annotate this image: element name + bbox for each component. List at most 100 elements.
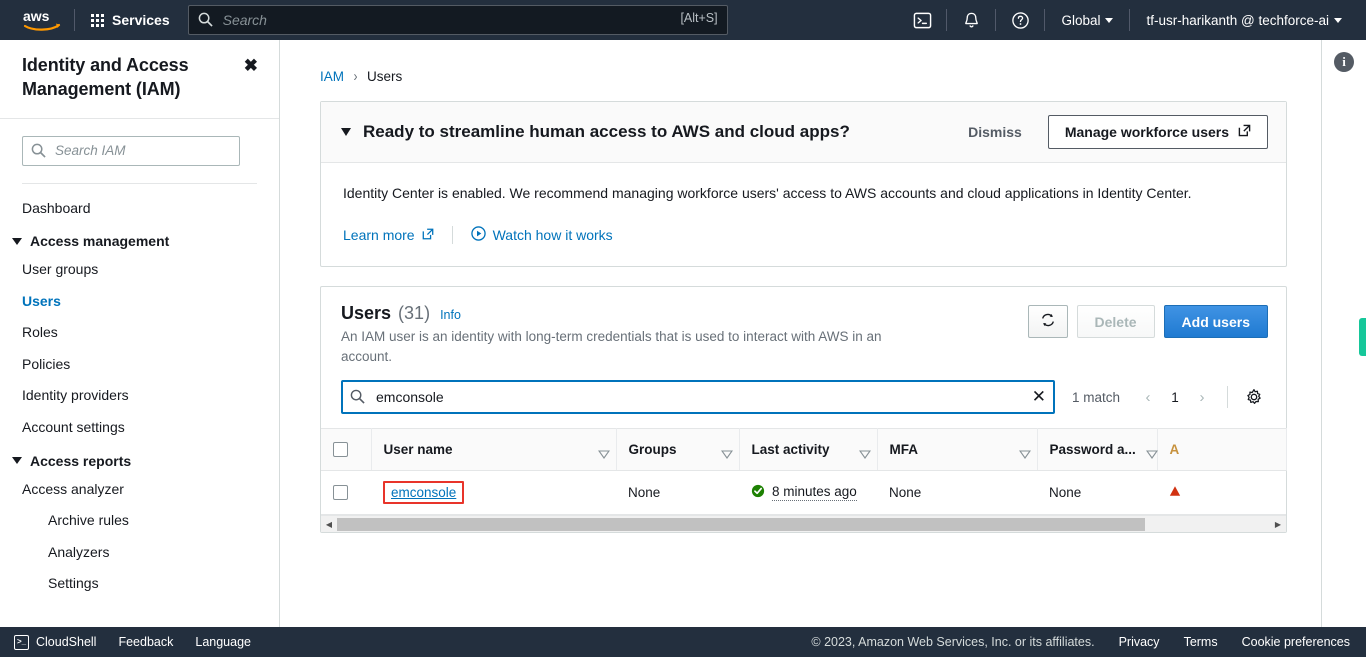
column-header-password-age[interactable]: Password a... (1037, 428, 1158, 472)
column-header-user-name[interactable]: User name (371, 428, 617, 472)
manage-workforce-users-button[interactable]: Manage workforce users (1047, 115, 1268, 149)
sidebar-item-label: Analyzers (48, 543, 110, 560)
sidebar-group-access-reports[interactable]: Access reports (0, 444, 279, 474)
column-label: A (1169, 442, 1180, 458)
info-link[interactable]: Info (440, 308, 461, 322)
pagination: 1 match ‹ 1 › (1072, 383, 1268, 411)
footer-right-group: © 2023, Amazon Web Services, Inc. or its… (811, 635, 1366, 649)
sidebar-header: Identity and Access Management (IAM) ✖ (0, 40, 279, 118)
row-checkbox[interactable] (333, 485, 348, 501)
table-row[interactable]: emconsole None 8 minutes ago None None (321, 470, 1286, 516)
sort-icon (705, 446, 733, 459)
table-header-row: User name Groups Last activity MFA Passw… (321, 428, 1287, 472)
column-header-last-activity[interactable]: Last activity (739, 428, 878, 472)
scroll-right-arrow[interactable]: ▶ (1270, 516, 1286, 532)
chevron-left-icon[interactable]: ‹ (1135, 384, 1161, 410)
account-label: tf-usr-harikanth @ techforce-ai (1146, 12, 1329, 28)
sidebar-group-label: Access reports (30, 452, 132, 469)
scroll-left-arrow[interactable]: ◀ (321, 516, 337, 532)
play-circle-icon (470, 226, 486, 244)
global-search[interactable]: [Alt+S] (187, 5, 728, 35)
sidebar-item-label: Policies (22, 355, 71, 372)
chevron-right-icon: › (353, 68, 358, 85)
aws-logo[interactable]: aws (14, 8, 70, 32)
region-selector[interactable]: Global (1049, 0, 1125, 40)
delete-button[interactable]: Delete (1076, 305, 1155, 338)
user-name-link[interactable]: emconsole (391, 485, 456, 500)
cookie-preferences-link[interactable]: Cookie preferences (1242, 635, 1350, 649)
feedback-button[interactable]: Feedback (118, 635, 173, 649)
cloudshell-icon[interactable] (902, 0, 942, 40)
panel-title: Ready to streamline human access to AWS … (363, 122, 850, 141)
account-menu[interactable]: tf-usr-harikanth @ techforce-ai (1134, 0, 1354, 40)
cell-user-name: emconsole (371, 470, 616, 516)
sidebar-item-settings[interactable]: Settings (0, 568, 279, 600)
breadcrumb: IAM › Users (281, 40, 1321, 85)
users-table-card: Users (31) Info An IAM user is an identi… (320, 286, 1287, 534)
help-icon[interactable] (1000, 0, 1040, 40)
users-table: User name Groups Last activity MFA Passw… (321, 428, 1287, 516)
terms-link[interactable]: Terms (1184, 635, 1218, 649)
sidebar-search[interactable] (22, 135, 257, 166)
users-search-input[interactable] (341, 380, 1055, 415)
learn-more-link[interactable]: Learn more (343, 227, 434, 243)
privacy-link[interactable]: Privacy (1119, 635, 1160, 649)
sidebar-item-user-groups[interactable]: User groups (0, 254, 279, 286)
help-tab[interactable] (1359, 318, 1366, 356)
language-button[interactable]: Language (195, 635, 251, 649)
sidebar-item-identity-providers[interactable]: Identity providers (0, 380, 279, 412)
sidebar-item-dashboard[interactable]: Dashboard (0, 193, 279, 225)
horizontal-scrollbar[interactable]: ◀ ▶ (321, 515, 1286, 533)
sidebar-item-archive-rules[interactable]: Archive rules (0, 505, 279, 537)
sidebar-item-users[interactable]: Users (0, 286, 279, 318)
cloudshell-icon: >_ (14, 634, 29, 650)
clear-icon[interactable]: ✕ (1032, 387, 1046, 407)
sidebar-search-input[interactable] (22, 135, 240, 166)
page-number[interactable]: 1 (1163, 384, 1187, 410)
scrollbar-thumb[interactable] (337, 517, 1145, 531)
watch-how-it-works-link[interactable]: Watch how it works (470, 226, 613, 244)
breadcrumb-item-iam[interactable]: IAM (320, 69, 344, 84)
page-title: Users (341, 303, 392, 323)
add-users-button[interactable]: Add users (1163, 305, 1268, 338)
breadcrumb-item-users: Users (367, 69, 403, 84)
column-header-mfa[interactable]: MFA (877, 428, 1038, 472)
chevron-right-icon[interactable]: › (1189, 384, 1215, 410)
nav-divider (74, 9, 75, 31)
sidebar-item-label: Archive rules (48, 512, 129, 529)
column-label: Password a... (1049, 442, 1136, 458)
chevron-down-icon[interactable] (341, 128, 351, 136)
chevron-down-icon (1334, 17, 1342, 23)
sidebar-item-access-analyzer[interactable]: Access analyzer (0, 474, 279, 506)
column-label: User name (383, 442, 453, 458)
sidebar-divider (0, 117, 279, 119)
info-icon[interactable]: i (1334, 52, 1354, 72)
nav-divider (1129, 9, 1131, 31)
region-label: Global (1061, 12, 1101, 28)
close-icon[interactable]: ✖ (241, 54, 261, 77)
iam-sidebar: Identity and Access Management (IAM) ✖ D… (0, 40, 280, 627)
users-search[interactable]: ✕ (341, 380, 1055, 415)
gear-icon[interactable] (1240, 383, 1268, 411)
column-header-cutoff[interactable]: A (1157, 428, 1287, 472)
column-header-groups[interactable]: Groups (616, 428, 740, 472)
dismiss-button[interactable]: Dismiss (962, 120, 1028, 144)
groups-value: None (628, 485, 661, 501)
sidebar-item-roles[interactable]: Roles (0, 317, 279, 349)
global-search-input[interactable] (187, 5, 728, 35)
chevron-down-icon (1105, 17, 1114, 23)
sidebar-group-access-management[interactable]: Access management (0, 224, 279, 254)
right-rail: i (1321, 40, 1366, 627)
cell-password-age: None (1037, 470, 1157, 516)
sidebar-item-account-settings[interactable]: Account settings (0, 412, 279, 444)
services-menu-button[interactable]: Services (79, 0, 182, 40)
refresh-button[interactable] (1027, 305, 1068, 338)
cloudshell-button[interactable]: >_ CloudShell (14, 634, 96, 650)
notifications-icon[interactable] (951, 0, 991, 40)
users-description: An IAM user is an identity with long-ter… (341, 329, 882, 364)
sidebar-item-policies[interactable]: Policies (0, 349, 279, 381)
search-icon (350, 389, 365, 407)
scrollbar-track[interactable] (337, 516, 1270, 532)
select-all-checkbox[interactable] (333, 442, 348, 458)
sidebar-item-analyzers[interactable]: Analyzers (0, 537, 279, 569)
